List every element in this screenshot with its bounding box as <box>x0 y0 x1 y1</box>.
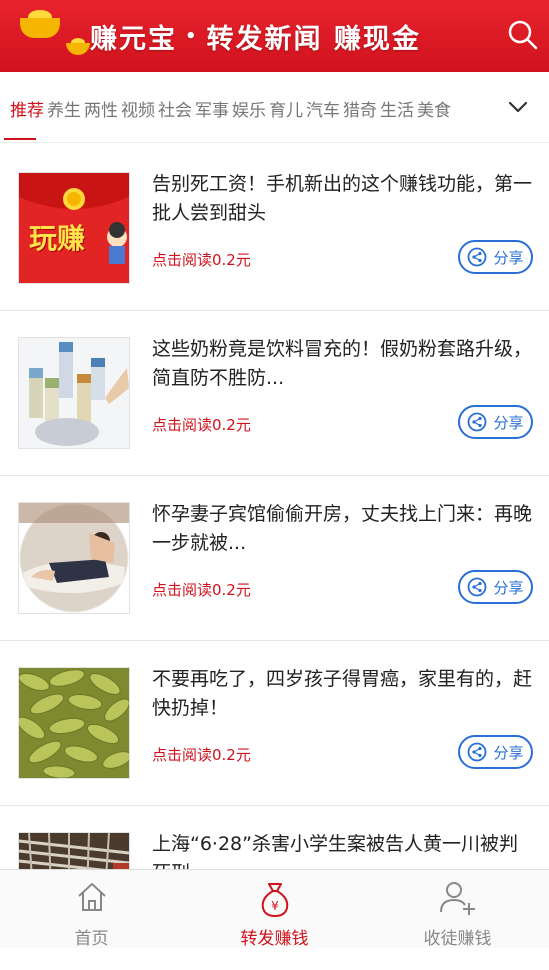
gold-ingot-icon <box>20 10 60 40</box>
category-tab[interactable]: 推荐 <box>10 101 44 121</box>
thumbnail-text: 玩赚 <box>29 222 86 255</box>
article-title: 告别死工资！手机新出的这个赚钱功能，第一批人尝到甜头 <box>152 173 533 224</box>
nav-item-recruit-earn[interactable]: 收徒赚钱 <box>366 870 549 949</box>
share-label: 分享 <box>493 248 524 267</box>
category-tab[interactable]: 育儿 <box>269 101 303 121</box>
article-title: 怀孕妻子宾馆偷偷开房，丈夫找上门来：再晚一步就被... <box>152 503 533 554</box>
active-category-underline <box>4 138 36 140</box>
category-tab[interactable]: 军事 <box>195 101 229 121</box>
article-reward: 点击阅读0.2元 <box>152 251 251 269</box>
article-item[interactable]: 怀孕妻子宾馆偷偷开房，丈夫找上门来：再晚一步就被... 点击阅读0.2元 分享 <box>0 476 549 641</box>
share-button[interactable]: 分享 <box>458 735 533 769</box>
share-label: 分享 <box>493 743 524 762</box>
share-icon <box>468 247 487 267</box>
nav-item-share-earn[interactable]: ¥ 转发赚钱 <box>183 870 366 949</box>
share-icon <box>468 742 487 762</box>
category-bar: 推荐 养生 两性 视频 社会 军事 娱乐 育儿 汽车 猎奇 生活 美食 <box>0 72 549 142</box>
category-tab[interactable]: 视频 <box>121 101 155 121</box>
share-icon <box>468 412 487 432</box>
article-item[interactable]: 不要再吃了，四岁孩子得胃癌，家里有的，赶快扔掉！ 点击阅读0.2元 分享 <box>0 641 549 806</box>
article-reward: 点击阅读0.2元 <box>152 581 251 599</box>
header-title-part1: 赚元宝 <box>90 23 177 55</box>
svg-text:¥: ¥ <box>271 899 279 913</box>
article-thumbnail <box>18 667 130 779</box>
share-label: 分享 <box>493 413 524 432</box>
article-title: 不要再吃了，四岁孩子得胃癌，家里有的，赶快扔掉！ <box>152 668 533 719</box>
money-bag-icon: ¥ <box>261 883 288 918</box>
article-title: 这些奶粉竟是饮料冒充的！假奶粉套路升级，简直防不胜防... <box>152 338 533 389</box>
nav-label: 首页 <box>74 929 109 949</box>
search-icon[interactable] <box>506 18 540 52</box>
category-tab[interactable]: 养生 <box>47 101 81 121</box>
nav-label: 收徒赚钱 <box>423 929 492 949</box>
nav-label: 转发赚钱 <box>240 929 309 949</box>
header-title-dot: • <box>185 25 199 47</box>
nav-item-home[interactable]: 首页 <box>0 870 183 949</box>
header-title-part2: 转发新闻 赚现金 <box>206 23 421 55</box>
category-tab[interactable]: 生活 <box>380 101 414 121</box>
article-thumbnail: 玩赚 <box>18 172 130 284</box>
category-tab[interactable]: 汽车 <box>306 101 340 121</box>
category-tab[interactable]: 猎奇 <box>343 101 377 121</box>
article-item[interactable]: 这些奶粉竟是饮料冒充的！假奶粉套路升级，简直防不胜防... 点击阅读0.2元 分… <box>0 311 549 476</box>
article-thumbnail <box>18 502 130 614</box>
article-thumbnail <box>18 337 130 449</box>
bottom-nav: 首页 ¥ 转发赚钱 收徒赚钱 <box>0 869 549 949</box>
category-tab[interactable]: 娱乐 <box>232 101 266 121</box>
share-label: 分享 <box>493 578 524 597</box>
article-reward: 点击阅读0.2元 <box>152 746 251 764</box>
share-button[interactable]: 分享 <box>458 405 533 439</box>
category-tab[interactable]: 社会 <box>158 101 192 121</box>
share-button[interactable]: 分享 <box>458 240 533 274</box>
app-header: 赚元宝 • 转发新闻 赚现金 <box>0 0 549 72</box>
share-icon <box>468 577 487 597</box>
category-tabs[interactable]: 推荐 养生 两性 视频 社会 军事 娱乐 育儿 汽车 猎奇 生活 美食 <box>10 96 482 122</box>
header-title: 赚元宝 • 转发新闻 赚现金 <box>90 12 500 60</box>
article-reward: 点击阅读0.2元 <box>152 416 251 434</box>
share-button[interactable]: 分享 <box>458 570 533 604</box>
small-gold-ingot-icon <box>66 38 90 56</box>
article-item[interactable]: 玩赚 告别死工资！手机新出的这个赚钱功能，第一批人尝到甜头 点击阅读0.2元 分… <box>0 146 549 311</box>
add-user-icon <box>439 882 475 915</box>
category-tab[interactable]: 美食 <box>417 101 451 121</box>
chevron-down-icon[interactable] <box>505 96 531 118</box>
divider <box>0 142 549 143</box>
category-tab[interactable]: 两性 <box>84 101 118 121</box>
home-icon <box>77 883 106 911</box>
